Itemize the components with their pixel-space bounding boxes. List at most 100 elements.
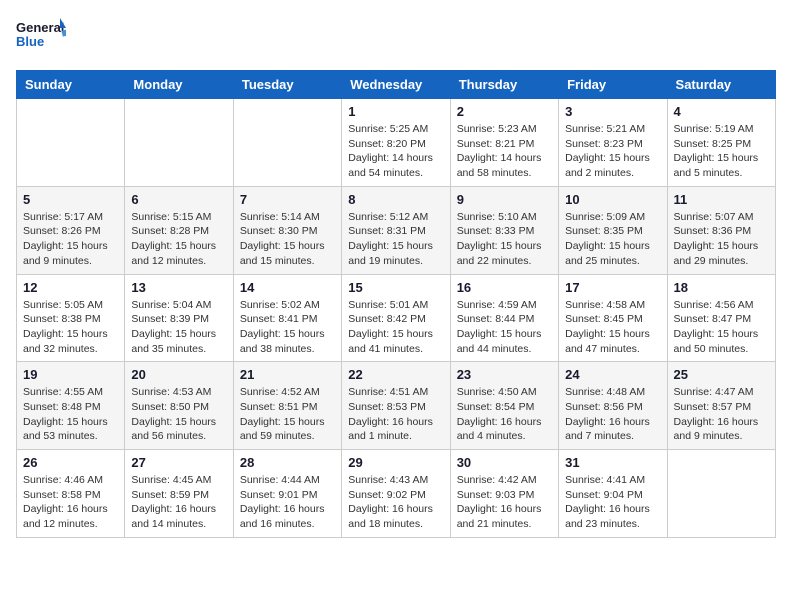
- day-info: Sunrise: 5:17 AM Sunset: 8:26 PM Dayligh…: [23, 210, 118, 269]
- day-number: 17: [565, 280, 660, 295]
- day-number: 13: [131, 280, 226, 295]
- calendar-cell: 18 Sunrise: 4:56 AM Sunset: 8:47 PM Dayli…: [667, 274, 775, 362]
- calendar-cell: 8 Sunrise: 5:12 AM Sunset: 8:31 PM Daylig…: [342, 186, 450, 274]
- day-info: Sunrise: 5:19 AM Sunset: 8:25 PM Dayligh…: [674, 122, 769, 181]
- day-number: 4: [674, 104, 769, 119]
- day-info: Sunrise: 5:07 AM Sunset: 8:36 PM Dayligh…: [674, 210, 769, 269]
- calendar-cell: [125, 99, 233, 187]
- calendar-cell: [667, 450, 775, 538]
- day-number: 15: [348, 280, 443, 295]
- day-info: Sunrise: 4:47 AM Sunset: 8:57 PM Dayligh…: [674, 385, 769, 444]
- calendar-cell: 25 Sunrise: 4:47 AM Sunset: 8:57 PM Dayli…: [667, 362, 775, 450]
- day-info: Sunrise: 5:02 AM Sunset: 8:41 PM Dayligh…: [240, 298, 335, 357]
- svg-text:Blue: Blue: [16, 34, 44, 49]
- calendar-week-row: 1 Sunrise: 5:25 AM Sunset: 8:20 PM Daylig…: [17, 99, 776, 187]
- calendar-cell: 26Sunrise: 4:46 AM Sunset: 8:58 PM Dayli…: [17, 450, 125, 538]
- calendar-table: SundayMondayTuesdayWednesdayThursdayFrid…: [16, 70, 776, 538]
- calendar-cell: 11 Sunrise: 5:07 AM Sunset: 8:36 PM Dayli…: [667, 186, 775, 274]
- day-number: 11: [674, 192, 769, 207]
- day-info: Sunrise: 5:14 AM Sunset: 8:30 PM Dayligh…: [240, 210, 335, 269]
- calendar-cell: 2 Sunrise: 5:23 AM Sunset: 8:21 PM Daylig…: [450, 99, 558, 187]
- day-number: 27: [131, 455, 226, 470]
- column-header-friday: Friday: [559, 71, 667, 99]
- day-info: Sunrise: 4:44 AM Sunset: 9:01 PM Dayligh…: [240, 473, 335, 532]
- day-info: Sunrise: 4:59 AM Sunset: 8:44 PM Dayligh…: [457, 298, 552, 357]
- day-number: 30: [457, 455, 552, 470]
- calendar-cell: 22 Sunrise: 4:51 AM Sunset: 8:53 PM Dayli…: [342, 362, 450, 450]
- day-number: 25: [674, 367, 769, 382]
- day-info: Sunrise: 5:21 AM Sunset: 8:23 PM Dayligh…: [565, 122, 660, 181]
- calendar-cell: 16 Sunrise: 4:59 AM Sunset: 8:44 PM Dayli…: [450, 274, 558, 362]
- day-info: Sunrise: 4:48 AM Sunset: 8:56 PM Dayligh…: [565, 385, 660, 444]
- day-info: Sunrise: 4:45 AM Sunset: 8:59 PM Dayligh…: [131, 473, 226, 532]
- day-number: 14: [240, 280, 335, 295]
- day-info: Sunrise: 5:23 AM Sunset: 8:21 PM Dayligh…: [457, 122, 552, 181]
- day-info: Sunrise: 4:56 AM Sunset: 8:47 PM Dayligh…: [674, 298, 769, 357]
- calendar-cell: [17, 99, 125, 187]
- day-info: Sunrise: 4:58 AM Sunset: 8:45 PM Dayligh…: [565, 298, 660, 357]
- logo: General Blue: [16, 16, 66, 58]
- day-info: Sunrise: 4:50 AM Sunset: 8:54 PM Dayligh…: [457, 385, 552, 444]
- day-info: Sunrise: 4:55 AM Sunset: 8:48 PM Dayligh…: [23, 385, 118, 444]
- day-number: 18: [674, 280, 769, 295]
- day-number: 9: [457, 192, 552, 207]
- day-number: 6: [131, 192, 226, 207]
- day-info: Sunrise: 4:51 AM Sunset: 8:53 PM Dayligh…: [348, 385, 443, 444]
- calendar-cell: 6 Sunrise: 5:15 AM Sunset: 8:28 PM Daylig…: [125, 186, 233, 274]
- calendar-cell: 23Sunrise: 4:50 AM Sunset: 8:54 PM Dayli…: [450, 362, 558, 450]
- calendar-cell: 27 Sunrise: 4:45 AM Sunset: 8:59 PM Dayli…: [125, 450, 233, 538]
- day-number: 2: [457, 104, 552, 119]
- day-number: 31: [565, 455, 660, 470]
- day-number: 19: [23, 367, 118, 382]
- calendar-week-row: 12Sunrise: 5:05 AM Sunset: 8:38 PM Dayli…: [17, 274, 776, 362]
- day-info: Sunrise: 5:12 AM Sunset: 8:31 PM Dayligh…: [348, 210, 443, 269]
- calendar-cell: 4 Sunrise: 5:19 AM Sunset: 8:25 PM Daylig…: [667, 99, 775, 187]
- calendar-cell: 9 Sunrise: 5:10 AM Sunset: 8:33 PM Daylig…: [450, 186, 558, 274]
- logo-svg: General Blue: [16, 16, 66, 58]
- day-number: 7: [240, 192, 335, 207]
- day-info: Sunrise: 4:53 AM Sunset: 8:50 PM Dayligh…: [131, 385, 226, 444]
- calendar-cell: 19 Sunrise: 4:55 AM Sunset: 8:48 PM Dayli…: [17, 362, 125, 450]
- calendar-cell: 20Sunrise: 4:53 AM Sunset: 8:50 PM Dayli…: [125, 362, 233, 450]
- calendar-cell: 3 Sunrise: 5:21 AM Sunset: 8:23 PM Daylig…: [559, 99, 667, 187]
- day-info: Sunrise: 5:09 AM Sunset: 8:35 PM Dayligh…: [565, 210, 660, 269]
- calendar-week-row: 5Sunrise: 5:17 AM Sunset: 8:26 PM Daylig…: [17, 186, 776, 274]
- day-number: 16: [457, 280, 552, 295]
- calendar-cell: 31Sunrise: 4:41 AM Sunset: 9:04 PM Dayli…: [559, 450, 667, 538]
- day-number: 22: [348, 367, 443, 382]
- day-number: 12: [23, 280, 118, 295]
- calendar-header-row: SundayMondayTuesdayWednesdayThursdayFrid…: [17, 71, 776, 99]
- calendar-cell: 30 Sunrise: 4:42 AM Sunset: 9:03 PM Dayli…: [450, 450, 558, 538]
- day-info: Sunrise: 5:15 AM Sunset: 8:28 PM Dayligh…: [131, 210, 226, 269]
- day-info: Sunrise: 5:25 AM Sunset: 8:20 PM Dayligh…: [348, 122, 443, 181]
- column-header-wednesday: Wednesday: [342, 71, 450, 99]
- calendar-cell: 12Sunrise: 5:05 AM Sunset: 8:38 PM Dayli…: [17, 274, 125, 362]
- calendar-cell: 28 Sunrise: 4:44 AM Sunset: 9:01 PM Dayli…: [233, 450, 341, 538]
- day-number: 21: [240, 367, 335, 382]
- day-number: 3: [565, 104, 660, 119]
- calendar-cell: 10 Sunrise: 5:09 AM Sunset: 8:35 PM Dayli…: [559, 186, 667, 274]
- calendar-cell: 5Sunrise: 5:17 AM Sunset: 8:26 PM Daylig…: [17, 186, 125, 274]
- column-header-saturday: Saturday: [667, 71, 775, 99]
- svg-text:General: General: [16, 20, 64, 35]
- calendar-cell: 15Sunrise: 5:01 AM Sunset: 8:42 PM Dayli…: [342, 274, 450, 362]
- day-number: 24: [565, 367, 660, 382]
- calendar-cell: 24 Sunrise: 4:48 AM Sunset: 8:56 PM Dayli…: [559, 362, 667, 450]
- column-header-monday: Monday: [125, 71, 233, 99]
- calendar-cell: 29 Sunrise: 4:43 AM Sunset: 9:02 PM Dayli…: [342, 450, 450, 538]
- calendar-cell: 17 Sunrise: 4:58 AM Sunset: 8:45 PM Dayli…: [559, 274, 667, 362]
- day-info: Sunrise: 4:42 AM Sunset: 9:03 PM Dayligh…: [457, 473, 552, 532]
- day-number: 8: [348, 192, 443, 207]
- day-number: 10: [565, 192, 660, 207]
- day-info: Sunrise: 4:43 AM Sunset: 9:02 PM Dayligh…: [348, 473, 443, 532]
- day-number: 28: [240, 455, 335, 470]
- day-number: 1: [348, 104, 443, 119]
- calendar-cell: 14 Sunrise: 5:02 AM Sunset: 8:41 PM Dayli…: [233, 274, 341, 362]
- day-info: Sunrise: 5:10 AM Sunset: 8:33 PM Dayligh…: [457, 210, 552, 269]
- column-header-sunday: Sunday: [17, 71, 125, 99]
- calendar-cell: 21Sunrise: 4:52 AM Sunset: 8:51 PM Dayli…: [233, 362, 341, 450]
- calendar-week-row: 19 Sunrise: 4:55 AM Sunset: 8:48 PM Dayli…: [17, 362, 776, 450]
- day-number: 29: [348, 455, 443, 470]
- column-header-thursday: Thursday: [450, 71, 558, 99]
- calendar-cell: [233, 99, 341, 187]
